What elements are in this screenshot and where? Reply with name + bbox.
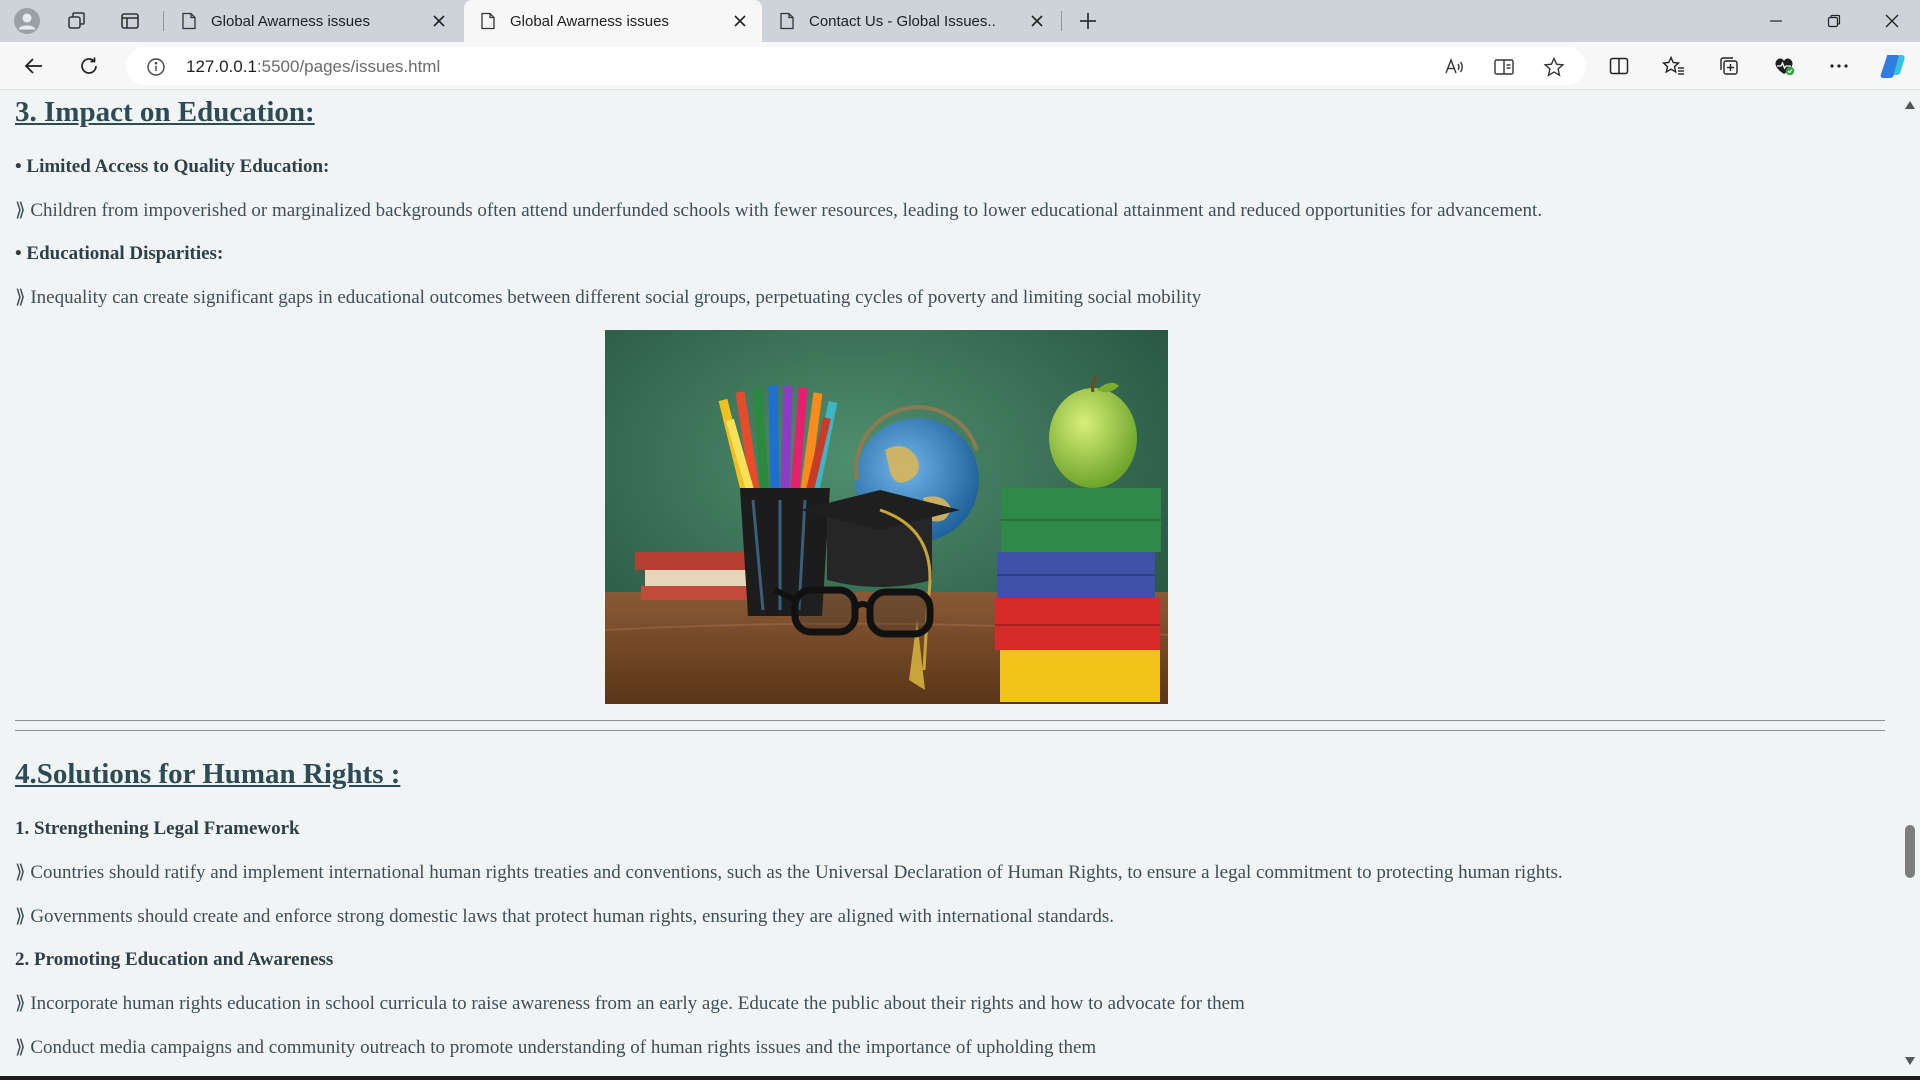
immersive-reader-icon [1494, 59, 1514, 75]
info-icon [147, 58, 165, 76]
tab-actions-icon [121, 13, 139, 29]
favorites-button[interactable] [1655, 48, 1693, 84]
page-icon [182, 12, 196, 30]
caret-up-icon [1905, 101, 1915, 109]
minimize-button[interactable] [1748, 0, 1804, 42]
legal-framework-point-2: ⟫ Governments should create and enforce … [15, 906, 1115, 927]
tab-strip: Global Awarness issues Global Awarness i… [0, 0, 1920, 42]
section-divider [15, 720, 1885, 731]
close-icon [1031, 15, 1043, 27]
favorites-icon [1662, 55, 1684, 75]
tab-title: Global Awarness issues [211, 12, 370, 30]
more-button[interactable] [1820, 48, 1858, 84]
legal-framework-title: 1. Strengthening Legal Framework [15, 818, 300, 839]
tab-title: Contact Us - Global Issues.. [809, 12, 996, 30]
more-icon [1830, 64, 1848, 68]
solutions-heading: 4.Solutions for Human Rights : [15, 758, 401, 790]
page-viewport: 3. Impact on Education: • Limited Access… [0, 91, 1900, 1076]
restore-button[interactable] [1806, 0, 1862, 42]
scroll-up-button[interactable] [1904, 99, 1916, 111]
refresh-button[interactable] [70, 48, 108, 84]
workspaces-button[interactable] [59, 5, 95, 37]
url-path: :5500/pages/issues.html [256, 57, 441, 76]
education-awareness-point-2: ⟫ Conduct media campaigns and community … [15, 1037, 1097, 1058]
split-screen-button[interactable] [1600, 48, 1638, 84]
close-icon [433, 15, 445, 27]
tab-close-button[interactable] [728, 9, 752, 33]
back-button[interactable] [15, 48, 53, 84]
refresh-icon [81, 57, 97, 74]
address-bar[interactable]: 127.0.0.1:5500/pages/issues.html [126, 47, 1586, 85]
close-icon [1885, 14, 1899, 28]
tab-close-button[interactable] [427, 9, 451, 33]
close-icon [734, 15, 746, 27]
split-screen-icon [1609, 57, 1629, 75]
read-aloud-icon [1445, 58, 1463, 74]
star-icon [1543, 56, 1565, 77]
copilot-button[interactable] [1874, 48, 1912, 84]
limited-access-text: ⟫ Children from impoverished or marginal… [15, 200, 1543, 221]
tab-global-awarness-2[interactable]: Global Awarness issues [464, 0, 762, 42]
tab-actions-button[interactable] [112, 5, 148, 37]
tab-global-awarness-1[interactable]: Global Awarness issues [165, 0, 461, 42]
educational-disparities-title: • Educational Disparities: [15, 243, 224, 264]
collections-icon [1720, 57, 1738, 75]
tab-close-button[interactable] [1025, 9, 1049, 33]
scrollbar-thumb[interactable] [1905, 825, 1915, 878]
page-icon [481, 12, 495, 30]
educational-disparities-text: ⟫ Inequality can create significant gaps… [15, 287, 1202, 308]
url-text[interactable]: 127.0.0.1:5500/pages/issues.html [186, 57, 440, 77]
plus-icon [1080, 13, 1096, 29]
close-window-button[interactable] [1864, 0, 1920, 42]
back-arrow-icon [24, 58, 42, 74]
read-aloud-button[interactable] [1443, 56, 1465, 78]
new-tab-button[interactable] [1070, 5, 1106, 37]
vertical-scrollbar[interactable] [1900, 91, 1920, 1076]
minimize-icon [1770, 20, 1782, 22]
workspaces-icon [68, 12, 85, 29]
restore-icon [1827, 14, 1841, 28]
profile-icon [14, 8, 40, 34]
education-awareness-title: 2. Promoting Education and Awareness [15, 949, 334, 970]
education-image [605, 330, 1168, 704]
tab-title: Global Awarness issues [510, 12, 669, 30]
collections-button[interactable] [1710, 48, 1748, 84]
scroll-down-button[interactable] [1904, 1055, 1916, 1067]
profile-button[interactable] [9, 5, 45, 37]
favorite-button[interactable] [1543, 56, 1565, 78]
legal-framework-point-1: ⟫ Countries should ratify and implement … [15, 862, 1563, 883]
education-heading: 3. Impact on Education: [15, 96, 315, 128]
immersive-reader-button[interactable] [1493, 56, 1515, 78]
url-host: 127.0.0.1 [186, 57, 257, 76]
browser-toolbar: 127.0.0.1:5500/pages/issues.html [0, 42, 1920, 90]
limited-access-title: • Limited Access to Quality Education: [15, 156, 330, 177]
tab-separator [1061, 11, 1062, 31]
tab-contact-us[interactable]: Contact Us - Global Issues.. [763, 0, 1059, 42]
performance-button[interactable] [1765, 48, 1803, 84]
copilot-icon [1880, 55, 1905, 78]
page-icon [780, 12, 794, 30]
education-awareness-point-1: ⟫ Incorporate human rights education in … [15, 993, 1245, 1014]
performance-icon [1775, 58, 1795, 76]
site-info-button[interactable] [146, 57, 166, 82]
tab-separator [163, 11, 164, 31]
window-bottom-border [0, 1076, 1920, 1080]
caret-down-icon [1905, 1057, 1915, 1065]
